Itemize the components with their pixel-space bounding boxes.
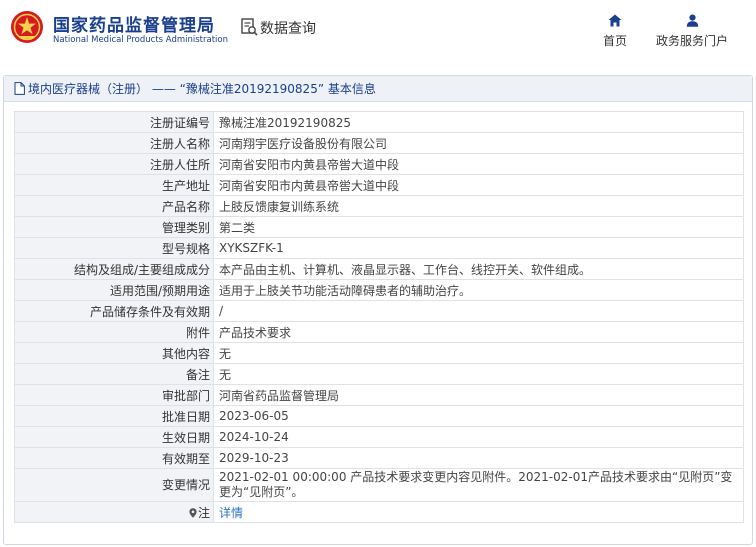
row-value: 2024-10-24 <box>213 426 744 448</box>
row-value: 河南省安阳市内黄县帝喾大道中段 <box>213 174 744 196</box>
table-row: 注册人名称 河南翔宇医疗设备股份有限公司 <box>14 132 744 154</box>
row-label: 型号规格 <box>14 237 214 259</box>
table-row: 生效日期 2024-10-24 <box>14 426 744 448</box>
nav-service-portal[interactable]: 政务服务门户 <box>650 14 734 49</box>
table-row: 结构及组成/主要组成成分 本产品由主机、计算机、液晶显示器、工作台、线控开关、软件… <box>14 258 744 280</box>
row-label: 产品名称 <box>14 195 214 217</box>
table-row: 变更情况 2021-02-01 00:00:00 产品技术要求变更内容见附件。20… <box>14 468 744 502</box>
row-label: 生产地址 <box>14 174 214 196</box>
row-value: 河南省安阳市内黄县帝喾大道中段 <box>213 153 744 175</box>
row-label-note: 注 <box>14 501 214 523</box>
row-label: 管理类别 <box>14 216 214 238</box>
row-value: 本产品由主机、计算机、液晶显示器、工作台、线控开关、软件组成。 <box>213 258 744 280</box>
row-value: 无 <box>213 363 744 385</box>
section-title: 数据查询 <box>260 21 316 37</box>
row-label: 审批部门 <box>14 384 214 406</box>
row-value: 豫械注准20192190825 <box>213 111 744 133</box>
nav-service-label: 政务服务门户 <box>655 34 728 48</box>
row-label: 变更情况 <box>14 468 214 502</box>
row-value: 第二类 <box>213 216 744 238</box>
row-label: 备注 <box>14 363 214 385</box>
row-label: 批准日期 <box>14 405 214 427</box>
row-value: 上肢反馈康复训练系统 <box>213 195 744 217</box>
nav-home[interactable]: 首页 <box>596 14 634 49</box>
row-value: / <box>213 300 744 322</box>
row-value: 2023-06-05 <box>213 405 744 427</box>
table-row: 审批部门 河南省药品监督管理局 <box>14 384 744 406</box>
row-label: 其他内容 <box>14 342 214 364</box>
panel-title: 境内医疗器械（注册） —— “豫械注准20192190825” 基本信息 <box>28 82 376 96</box>
top-header: 国家药品监督管理局 National Medical Products Admi… <box>0 0 756 62</box>
user-icon <box>686 14 698 27</box>
table-row: 其他内容无 <box>14 342 744 364</box>
brand-title-en: National Medical Products Administration <box>53 35 228 45</box>
row-label: 结构及组成/主要组成成分 <box>14 258 214 280</box>
row-value-note: 详情 <box>213 501 744 523</box>
row-label: 有效期至 <box>14 447 214 469</box>
panel-header: 境内医疗器械（注册） —— “豫械注准20192190825” 基本信息 <box>4 76 752 102</box>
row-label: 注册人住所 <box>14 153 214 175</box>
brand-title-cn: 国家药品监督管理局 <box>53 16 215 36</box>
note-label: 注 <box>197 505 210 520</box>
row-value: 2029-10-23 <box>213 447 744 469</box>
row-value: 河南省药品监督管理局 <box>213 384 744 406</box>
row-label: 注册证编号 <box>14 111 214 133</box>
nmpa-emblem-icon <box>11 11 43 43</box>
table-row-note: 注 详情 <box>14 501 744 523</box>
table-row: 型号规格 XYKSZFK-1 <box>14 237 744 259</box>
row-label: 生效日期 <box>14 426 214 448</box>
table-row: 批准日期 2023-06-05 <box>14 405 744 427</box>
table-row: 适用范围/预期用途 适用于上肢关节功能活动障碍患者的辅助治疗。 <box>14 279 744 301</box>
table-row: 管理类别 第二类 <box>14 216 744 238</box>
location-pin-icon <box>189 507 197 518</box>
table-row: 注册证编号 豫械注准20192190825 <box>14 111 744 133</box>
details-link[interactable]: 详情 <box>219 506 243 520</box>
data-query-icon <box>241 18 258 36</box>
nav-home-label: 首页 <box>602 34 627 48</box>
row-label: 注册人名称 <box>14 132 214 154</box>
row-value: XYKSZFK-1 <box>213 237 744 259</box>
row-value: 2021-02-01 00:00:00 产品技术要求变更内容见附件。2021-0… <box>213 468 744 502</box>
table-row: 注册人住所 河南省安阳市内黄县帝喾大道中段 <box>14 153 744 175</box>
row-value: 适用于上肢关节功能活动障碍患者的辅助治疗。 <box>213 279 744 301</box>
row-value: 河南翔宇医疗设备股份有限公司 <box>213 132 744 154</box>
table-row: 产品储存条件及有效期 / <box>14 300 744 322</box>
table-row: 附件 产品技术要求 <box>14 321 744 343</box>
table-row: 产品名称 上肢反馈康复训练系统 <box>14 195 744 217</box>
table-row: 生产地址 河南省安阳市内黄县帝喾大道中段 <box>14 174 744 196</box>
detail-table: 注册证编号 豫械注准20192190825 注册人名称 河南翔宇医疗设备股份有限公司注… <box>14 111 744 523</box>
row-value: 无 <box>213 342 744 364</box>
row-label: 附件 <box>14 321 214 343</box>
table-row: 有效期至 2029-10-23 <box>14 447 744 469</box>
row-label: 适用范围/预期用途 <box>14 279 214 301</box>
document-icon <box>14 82 25 95</box>
detail-panel: 境内医疗器械（注册） —— “豫械注准20192190825” 基本信息 注册证… <box>3 75 753 545</box>
home-icon <box>608 14 622 27</box>
row-label: 产品储存条件及有效期 <box>14 300 214 322</box>
table-row: 备注无 <box>14 363 744 385</box>
row-value: 产品技术要求 <box>213 321 744 343</box>
